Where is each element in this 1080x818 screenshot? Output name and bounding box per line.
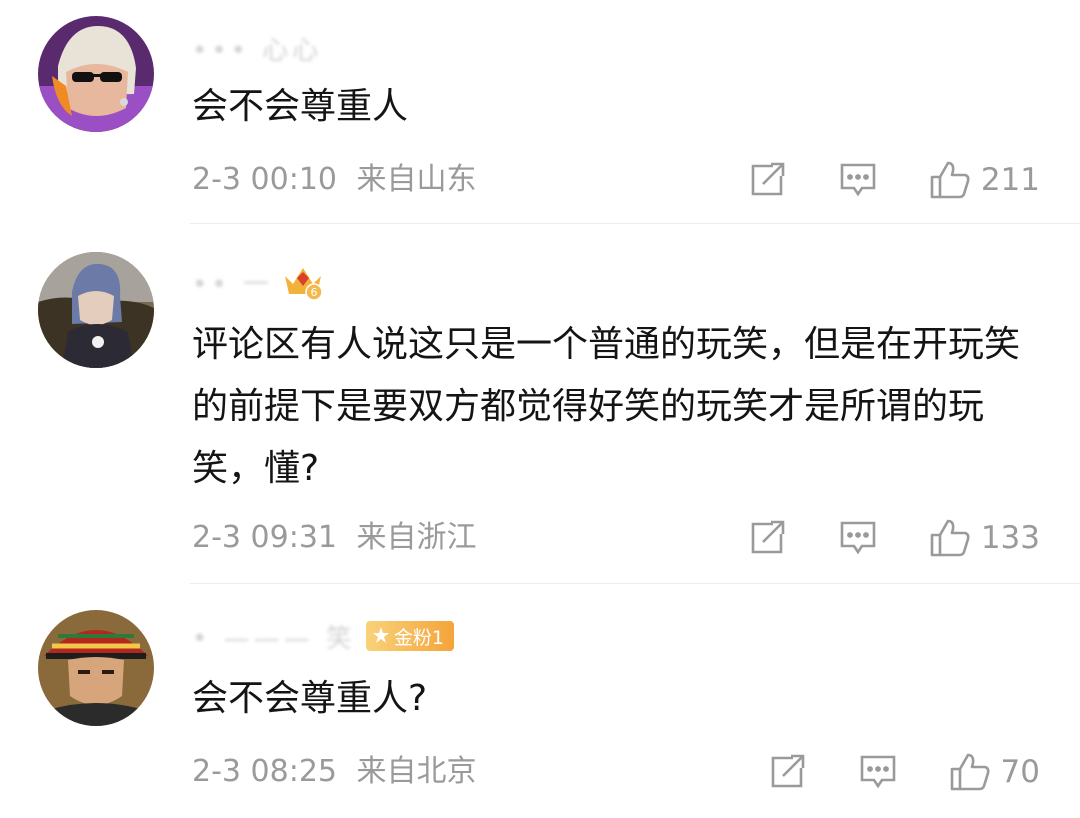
reply-button[interactable] (839, 520, 877, 556)
thumbs-up-icon (950, 753, 990, 791)
reply-button[interactable] (839, 162, 877, 198)
comment-date: 2-3 09:31 (192, 520, 337, 555)
like-button[interactable]: 133 (929, 518, 1040, 558)
star-icon (372, 627, 389, 643)
username[interactable]: ••• 心心 (192, 30, 322, 66)
share-button[interactable] (749, 162, 787, 198)
comment-date: 2-3 08:25 (192, 754, 337, 789)
share-button[interactable] (749, 520, 787, 556)
comment-item: ••• 心心 会不会尊重人 2-3 00:10 来自山东 211 (0, 0, 1080, 224)
comment-actions: 211 (697, 160, 1040, 200)
share-button[interactable] (769, 754, 807, 790)
username[interactable]: •• 一 6 (192, 264, 323, 300)
username-text: • ——— 笑 (192, 623, 356, 654)
like-button[interactable]: 70 (949, 752, 1040, 792)
like-count: 211 (980, 162, 1040, 198)
comment-location: 来自浙江 (356, 520, 477, 555)
share-icon (771, 754, 804, 788)
comment-item: •• 一 6 评论区有人说这只是一个普通的玩笑，但是在开玩笑的前提下是要双方都觉… (0, 224, 1080, 584)
thumbs-up-icon (930, 519, 970, 557)
avatar[interactable] (38, 610, 154, 726)
comment-text: 评论区有人说这只是一个普通的玩笑，但是在开玩笑的前提下是要双方都觉得好笑的玩笑才… (192, 324, 1021, 489)
like-count: 133 (980, 520, 1040, 556)
reply-button[interactable] (859, 754, 897, 790)
comment-text: 会不会尊重人? (192, 678, 428, 719)
comment-text: 会不会尊重人 (192, 86, 409, 127)
share-icon (751, 520, 785, 554)
thumbs-up-icon (930, 161, 970, 199)
comment-icon (860, 755, 895, 789)
crown-badge-icon: 6 (284, 268, 323, 300)
like-button[interactable]: 211 (929, 160, 1040, 200)
username-text: ••• 心心 (192, 35, 323, 66)
comment-actions: 70 (717, 752, 1040, 792)
comment-location: 来自山东 (356, 162, 477, 197)
comment-meta: 2-3 08:25 来自北京 (192, 752, 477, 792)
comment-location: 来自北京 (356, 754, 477, 789)
comment-item: • ——— 笑 金粉1 会不会尊重人? 2-3 08:25 来自北京 70 (0, 584, 1080, 818)
comment-date: 2-3 00:10 (192, 162, 337, 197)
comment-actions: 133 (697, 518, 1040, 558)
username[interactable]: • ——— 笑 金粉1 (192, 618, 454, 654)
comment-icon (840, 521, 876, 555)
share-icon (751, 162, 785, 196)
comment-icon (840, 163, 876, 197)
username-text: •• 一 (192, 269, 273, 300)
comment-meta: 2-3 00:10 来自山东 (192, 160, 477, 200)
avatar[interactable] (38, 252, 154, 368)
fan-badge: 金粉1 (365, 621, 454, 651)
avatar[interactable] (38, 16, 154, 132)
like-count: 70 (1000, 754, 1040, 790)
fan-badge-text: 金粉1 (393, 626, 444, 649)
level-badge-text: 6 (310, 286, 317, 299)
comment-meta: 2-3 09:31 来自浙江 (192, 518, 477, 558)
